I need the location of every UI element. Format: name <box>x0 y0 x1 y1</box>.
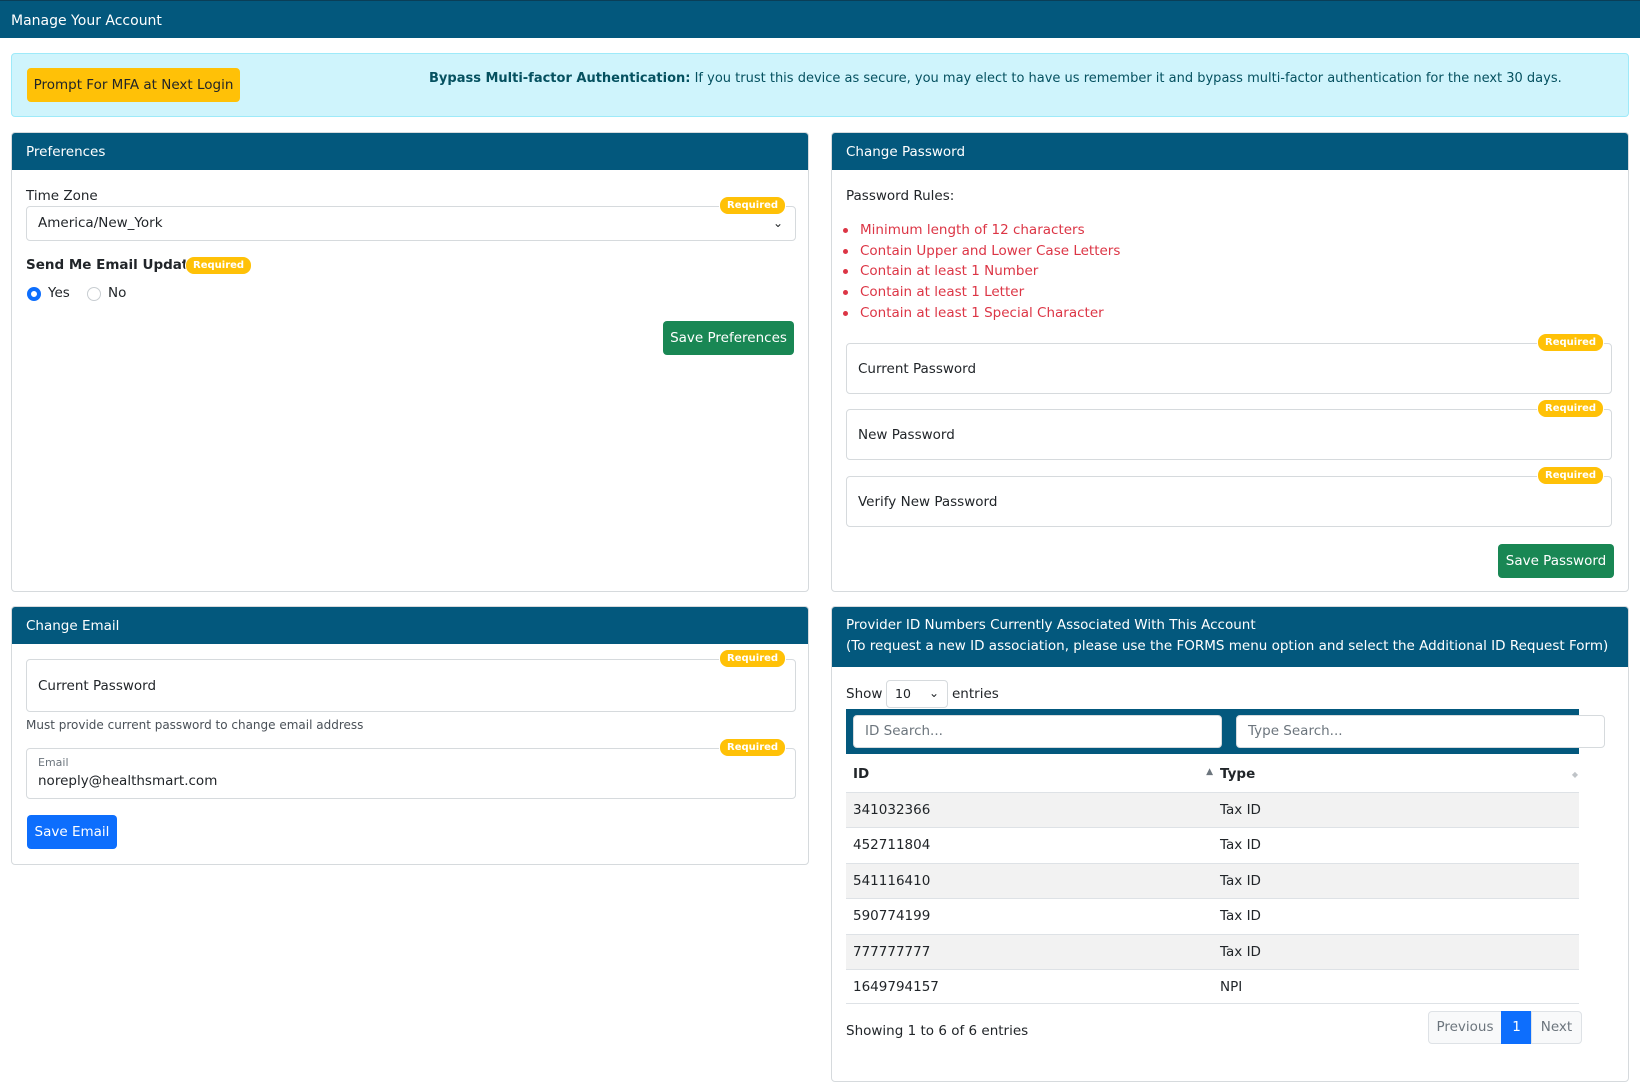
page-size-value: 10 <box>895 686 911 701</box>
table-row: 777777777 Tax ID <box>846 933 1579 969</box>
row-id: 590774199 <box>853 908 931 925</box>
provider-ids-card: Provider ID Numbers Currently Associated… <box>831 606 1629 1082</box>
password-rules-list: Minimum length of 12 characters Contain … <box>842 220 1120 324</box>
password-rule: Contain at least 1 Special Character <box>842 303 1120 324</box>
type-column-label: Type <box>1220 766 1256 782</box>
row-id: 1649794157 <box>853 979 939 995</box>
page-title: Manage Your Account <box>11 13 162 29</box>
row-type: Tax ID <box>1220 872 1261 889</box>
new-password-required-badge: Required <box>1537 399 1605 418</box>
table-row: 541116410 Tax ID <box>846 862 1579 899</box>
chevron-down-icon: ⌄ <box>928 686 939 700</box>
row-id: 341032366 <box>853 802 931 818</box>
prompt-mfa-button[interactable]: Prompt For MFA at Next Login <box>27 68 240 102</box>
table-row: 590774199 Tax ID <box>846 898 1579 933</box>
email-updates-no-label: No <box>108 285 127 301</box>
password-rule: Minimum length of 12 characters <box>842 220 1120 241</box>
email-updates-required-badge: Required <box>185 256 253 275</box>
change-email-card: Change Email Current Password Required M… <box>11 606 809 865</box>
row-id: 777777777 <box>853 943 931 960</box>
mfa-alert-heading: Bypass Multi-factor Authentication: <box>429 71 691 86</box>
type-column-header[interactable]: Type ◆ <box>1220 757 1578 792</box>
row-type: Tax ID <box>1220 943 1261 960</box>
provider-ids-header-line1: Provider ID Numbers Currently Associated… <box>846 617 1256 633</box>
sort-icon: ◆ <box>1571 770 1578 779</box>
provider-ids-header-line2: (To request a new ID association, please… <box>846 638 1609 654</box>
type-search-placeholder: Type Search... <box>1248 723 1343 739</box>
email-field[interactable]: Email noreply@healthsmart.com <box>26 748 796 799</box>
table-info: Showing 1 to 6 of 6 entries <box>846 1023 1029 1039</box>
id-search-placeholder: ID Search... <box>865 723 943 739</box>
id-column-label: ID <box>853 766 870 782</box>
password-rule: Contain at least 1 Letter <box>842 282 1120 303</box>
table-row: 341032366 Tax ID <box>846 792 1579 828</box>
row-type: Tax ID <box>1220 837 1261 854</box>
show-entries-label: Show <box>846 686 883 702</box>
entries-label: entries <box>952 686 999 702</box>
change-password-card: Change Password Password Rules: Minimum … <box>831 132 1629 592</box>
email-updates-no-radio[interactable] <box>87 287 101 301</box>
email-updates-yes-label: Yes <box>48 285 70 301</box>
email-current-password-field[interactable]: Current Password <box>26 659 796 712</box>
timezone-required-badge: Required <box>719 196 787 215</box>
current-password-field[interactable]: Current Password <box>846 343 1612 394</box>
row-type: Tax ID <box>1220 802 1261 818</box>
email-field-label: Email <box>38 756 69 769</box>
save-preferences-button[interactable]: Save Preferences <box>663 321 794 355</box>
change-email-header: Change Email <box>12 607 808 644</box>
provider-ids-header: Provider ID Numbers Currently Associated… <box>832 607 1628 667</box>
timezone-select[interactable]: America/New_York ⌄ <box>26 206 796 241</box>
page-1-button[interactable]: 1 <box>1501 1011 1532 1044</box>
mfa-alert-body: If you trust this device as secure, you … <box>690 71 1562 86</box>
email-current-password-required-badge: Required <box>719 649 787 668</box>
password-rules-label: Password Rules: <box>846 188 955 204</box>
mfa-alert-text: Bypass Multi-factor Authentication: If y… <box>429 70 1619 88</box>
email-help-text: Must provide current password to change … <box>26 718 364 732</box>
email-updates-label: Send Me Email Updates <box>26 257 206 273</box>
email-current-password-placeholder: Current Password <box>38 678 157 694</box>
current-password-placeholder: Current Password <box>858 361 977 377</box>
email-required-badge: Required <box>719 738 787 757</box>
table-row: 1649794157 NPI <box>846 969 1579 1005</box>
new-password-field[interactable]: New Password <box>846 409 1612 460</box>
row-type: NPI <box>1220 979 1243 995</box>
type-search-input[interactable]: Type Search... <box>1236 715 1605 748</box>
row-type: Tax ID <box>1220 908 1261 925</box>
password-rule: Contain Upper and Lower Case Letters <box>842 241 1120 262</box>
timezone-value: America/New_York <box>38 215 163 231</box>
table-search-bar: ID Search... Type Search... <box>846 709 1605 754</box>
page-title-bar: Manage Your Account <box>0 0 1640 38</box>
change-password-header: Change Password <box>832 133 1628 170</box>
id-search-input[interactable]: ID Search... <box>853 715 1222 748</box>
email-field-value: noreply@healthsmart.com <box>38 773 218 789</box>
save-password-button[interactable]: Save Password <box>1498 544 1614 578</box>
id-column-header[interactable]: ID ▲ <box>853 757 1213 792</box>
verify-password-required-badge: Required <box>1537 466 1605 485</box>
previous-page-button[interactable]: Previous <box>1428 1011 1502 1044</box>
new-password-placeholder: New Password <box>858 427 955 443</box>
preferences-card: Preferences Time Zone America/New_York ⌄… <box>11 132 809 592</box>
verify-password-field[interactable]: Verify New Password <box>846 476 1612 527</box>
timezone-label: Time Zone <box>26 188 98 204</box>
password-rule: Contain at least 1 Number <box>842 261 1120 282</box>
table-row: 452711804 Tax ID <box>846 827 1579 862</box>
sort-asc-icon: ▲ <box>1206 767 1213 777</box>
save-email-button[interactable]: Save Email <box>27 815 117 849</box>
preferences-header: Preferences <box>12 133 808 170</box>
current-password-required-badge: Required <box>1537 333 1605 352</box>
next-page-button[interactable]: Next <box>1531 1011 1582 1044</box>
verify-password-placeholder: Verify New Password <box>858 494 998 510</box>
email-updates-yes-radio[interactable] <box>27 287 41 301</box>
row-id: 541116410 <box>853 872 931 889</box>
mfa-alert: Prompt For MFA at Next Login Bypass Mult… <box>11 53 1629 117</box>
page-size-select[interactable]: 10 ⌄ <box>886 680 948 708</box>
row-id: 452711804 <box>853 837 931 854</box>
